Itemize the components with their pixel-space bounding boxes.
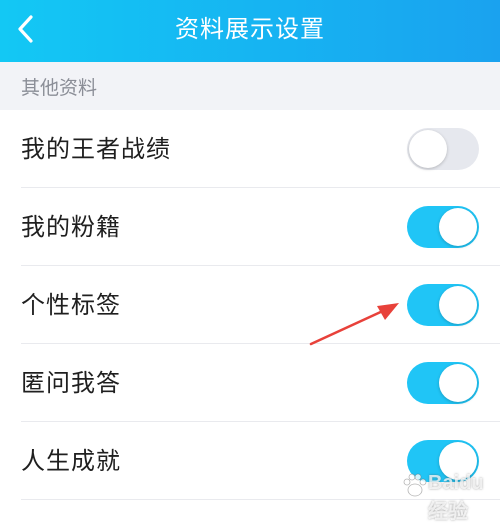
- toggle-switch[interactable]: [407, 206, 479, 248]
- section-label: 其他资料: [21, 77, 98, 99]
- toggle-knob: [439, 286, 477, 324]
- toggle-knob: [439, 364, 477, 402]
- toggle-switch[interactable]: [407, 362, 479, 404]
- setting-row-life-achievements: 人生成就: [0, 422, 500, 500]
- toggle-switch[interactable]: [407, 284, 479, 326]
- section-header: 其他资料: [0, 62, 500, 110]
- toggle-knob: [409, 130, 447, 168]
- setting-label: 我的粉籍: [21, 213, 121, 241]
- title-bar: 资料展示设置: [0, 0, 500, 62]
- toggle-knob: [439, 442, 477, 480]
- toggle-switch[interactable]: [407, 440, 479, 482]
- setting-row-anonymous-qa: 匿问我答: [0, 344, 500, 422]
- setting-label: 匿问我答: [21, 369, 121, 397]
- page-title: 资料展示设置: [175, 15, 325, 43]
- setting-row-personal-tags: 个性标签: [0, 266, 500, 344]
- settings-list: 我的王者战绩 我的粉籍 个性标签 匿问我答 人生成就: [0, 110, 500, 500]
- setting-row-king-glory: 我的王者战绩: [0, 110, 500, 188]
- setting-label: 人生成就: [21, 447, 121, 475]
- toggle-knob: [439, 208, 477, 246]
- setting-label: 个性标签: [21, 291, 121, 319]
- setting-row-fan-club: 我的粉籍: [0, 188, 500, 266]
- setting-label: 我的王者战绩: [21, 135, 171, 163]
- toggle-switch[interactable]: [407, 128, 479, 170]
